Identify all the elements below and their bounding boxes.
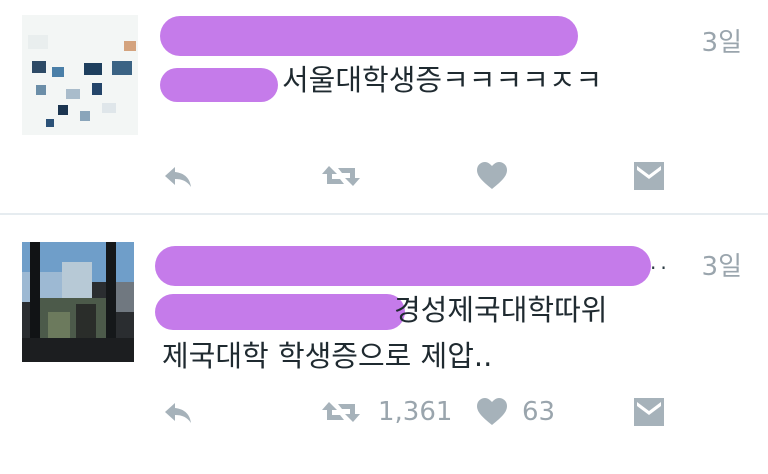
dm-icon bbox=[634, 162, 664, 190]
like-button[interactable] bbox=[474, 158, 510, 194]
retweet-button[interactable] bbox=[320, 394, 362, 430]
name-ellipsis: .. bbox=[650, 250, 671, 274]
reply-icon bbox=[165, 167, 191, 187]
redacted-handle bbox=[155, 294, 405, 330]
retweet-icon bbox=[322, 166, 360, 186]
like-button[interactable] bbox=[474, 394, 510, 430]
dm-button[interactable] bbox=[632, 394, 666, 430]
avatar[interactable] bbox=[22, 15, 138, 135]
timestamp[interactable]: 3일 bbox=[702, 22, 742, 59]
retweet-count: 1,361 bbox=[378, 397, 453, 427]
avatar[interactable] bbox=[22, 242, 134, 362]
redacted-author bbox=[155, 246, 651, 286]
redacted-handle bbox=[160, 68, 278, 102]
like-icon bbox=[477, 162, 507, 189]
like-count: 63 bbox=[522, 397, 556, 427]
tweet-item[interactable]: 서울대학생증ㅋㅋㅋㅋㅈㅋ 3일 bbox=[0, 0, 768, 214]
dm-button[interactable] bbox=[632, 158, 666, 194]
dm-icon bbox=[634, 398, 664, 426]
tweet-item[interactable]: .. 경성제국대학따위 제국대학 학생증으로 제압.. 3일 1,361 63 bbox=[0, 216, 768, 474]
retweet-button[interactable] bbox=[320, 158, 362, 194]
reply-icon bbox=[165, 403, 191, 423]
redacted-author bbox=[160, 16, 578, 56]
tweet-actions: 1,361 63 bbox=[0, 394, 768, 434]
reply-button[interactable] bbox=[160, 394, 196, 430]
tweet-text: 서울대학생증ㅋㅋㅋㅋㅈㅋ bbox=[282, 63, 603, 97]
retweet-icon bbox=[322, 402, 360, 422]
tweet-actions bbox=[0, 158, 768, 198]
reply-button[interactable] bbox=[160, 158, 196, 194]
tweet-text-line1: 경성제국대학따위 bbox=[394, 293, 608, 327]
like-icon bbox=[477, 398, 507, 425]
timestamp[interactable]: 3일 bbox=[702, 246, 742, 283]
tweet-text-line2: 제국대학 학생증으로 제압.. bbox=[162, 339, 493, 373]
divider bbox=[0, 213, 768, 215]
